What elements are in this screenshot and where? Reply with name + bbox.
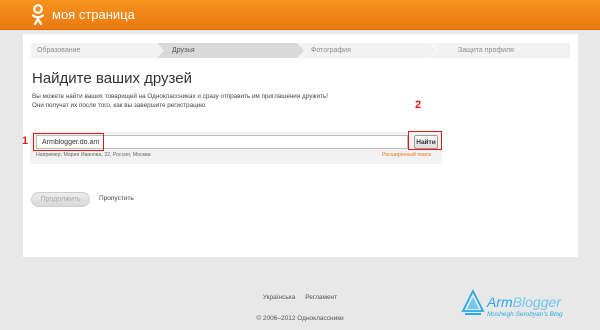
description: Вы можете найти ваших товарищей на Однок… [32,92,432,110]
advanced-search-link[interactable]: Расширенный поиск [382,152,431,158]
footer-language-link[interactable]: Українська [263,294,296,301]
armblogger-watermark-icon [461,289,485,315]
step-profile-protection: Защита профиля [431,43,570,58]
page-title: Найдите ваших друзей [32,70,192,87]
my-page-link[interactable]: моя страница [52,7,135,22]
step-photo: Фотография [297,43,437,58]
continue-button[interactable]: Продолжить [31,192,90,207]
annotation-number-1: 1 [22,135,29,147]
top-header-bar: моя страница [0,0,600,30]
odnoklassniki-logo-icon[interactable] [31,4,45,26]
annotation-box-input [33,133,104,151]
registration-steps: Образование Друзья Фотография Защита про… [31,43,570,58]
annotation-number-2: 2 [415,99,422,111]
step-friends: Друзья [157,43,305,58]
step-education: Образование [31,43,171,58]
skip-link[interactable]: Пропустить [99,195,134,202]
watermark-title-blogger: Blogger [512,294,561,310]
description-line-1: Вы можете найти ваших товарищей на Однок… [32,93,328,100]
watermark-subtitle: Mushegh Serobyan's Blog [487,311,563,318]
description-line-2: Они получат их после того, как вы заверш… [32,102,207,109]
footer-rules-link[interactable]: Регламент [305,294,337,301]
registration-card: Образование Друзья Фотография Защита про… [23,34,578,257]
watermark-title-arm: Arm [487,294,513,310]
search-hint: Например, Мария Иванова, 32, Россия, Мос… [36,152,151,158]
watermark-title: ArmBlogger [487,294,561,310]
annotation-box-button [408,131,442,150]
